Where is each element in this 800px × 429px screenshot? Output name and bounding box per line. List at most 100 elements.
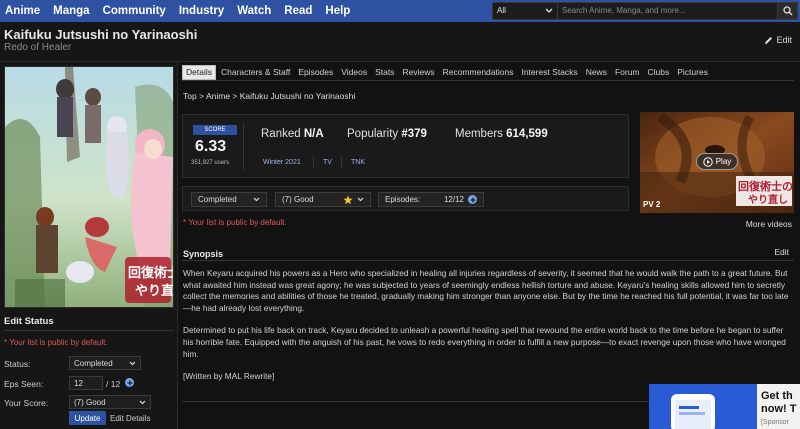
breadcrumb: Top > Anime > Kaifuku Jutsushi no Yarina… xyxy=(183,91,355,101)
list-score-select[interactable]: (7) Good xyxy=(275,192,371,207)
video-logo-line1: 回復術士の xyxy=(738,179,793,193)
more-videos-link[interactable]: More videos xyxy=(746,219,792,229)
public-list-note: * Your list is public by default. xyxy=(183,218,287,227)
edit-details-link[interactable]: Edit Details xyxy=(110,414,150,423)
tab-episodes[interactable]: Episodes xyxy=(295,66,336,79)
plus-icon xyxy=(127,380,132,385)
divider xyxy=(243,123,244,171)
eps-seen-label: Eps Seen: xyxy=(4,379,44,389)
search-bar: All Search Anime, Manga, and more... xyxy=(492,1,798,20)
nav-watch[interactable]: Watch xyxy=(232,0,271,22)
popularity-value: #379 xyxy=(401,128,427,140)
video-title: PV 2 xyxy=(643,200,661,209)
divider xyxy=(182,260,794,261)
your-score-value: (7) Good xyxy=(74,397,106,407)
nav-anime[interactable]: Anime xyxy=(0,0,40,22)
breadcrumb-separator: > xyxy=(232,91,240,101)
tab-news[interactable]: News xyxy=(583,66,610,79)
divider xyxy=(182,80,794,81)
ranked-stat[interactable]: Ranked N/A xyxy=(261,128,324,140)
promo-video-thumbnail[interactable]: 回復術士の やり直し Play PV 2 xyxy=(640,112,794,213)
public-list-note: * Your list is public by default. xyxy=(4,338,108,347)
ad-headline-line: now! T xyxy=(761,403,797,415)
edit-title-label: Edit xyxy=(776,35,792,45)
list-status-select[interactable]: Completed xyxy=(191,192,267,207)
tab-pictures[interactable]: Pictures xyxy=(674,66,711,79)
your-score-label: Your Score: xyxy=(4,398,49,408)
ranked-label: Ranked xyxy=(261,128,301,140)
tab-details[interactable]: Details xyxy=(182,65,216,80)
members-stat[interactable]: Members 614,599 xyxy=(455,128,548,140)
status-select-value: Completed xyxy=(74,358,113,368)
search-filter-select[interactable]: All xyxy=(492,1,558,20)
popularity-stat[interactable]: Popularity #379 xyxy=(347,128,427,140)
popularity-label: Popularity xyxy=(347,128,399,140)
tab-videos[interactable]: Videos xyxy=(338,66,370,79)
tab-characters-staff[interactable]: Characters & Staff xyxy=(218,66,293,79)
breadcrumb-top[interactable]: Top xyxy=(183,91,197,101)
video-logo-line2: やり直し xyxy=(748,193,788,206)
chevron-down-icon xyxy=(253,197,260,202)
score-select-icons xyxy=(343,195,364,205)
increment-episode-button[interactable] xyxy=(468,195,477,204)
edit-status-heading: Edit Status xyxy=(4,316,54,327)
eps-seen-value: 12 xyxy=(74,378,83,388)
nav-manga[interactable]: Manga xyxy=(48,0,89,22)
search-button[interactable] xyxy=(778,1,798,20)
edit-title-link[interactable]: Edit xyxy=(764,35,792,45)
list-status-row: Completed (7) Good Episodes: 12/12 xyxy=(182,186,629,211)
poster-art: 回復術士の やり直し xyxy=(5,67,174,307)
tab-interest-stacks[interactable]: Interest Stacks xyxy=(518,66,580,79)
synopsis-text: When Keyaru acquired his powers as a Her… xyxy=(183,268,793,394)
tab-recommendations[interactable]: Recommendations xyxy=(440,66,517,79)
episodes-progress-field[interactable]: Episodes: 12/12 xyxy=(378,192,484,207)
play-button[interactable]: Play xyxy=(696,153,738,170)
increment-episode-button[interactable] xyxy=(125,378,134,387)
your-score-select[interactable]: (7) Good xyxy=(69,395,151,409)
episodes-progress: 12/12 xyxy=(444,195,477,204)
nav-community[interactable]: Community xyxy=(98,0,166,22)
synopsis-paragraph: When Keyaru acquired his powers as a Her… xyxy=(183,268,789,313)
star-icon xyxy=(343,195,353,204)
eps-seen-input[interactable]: 12 xyxy=(69,376,103,390)
anime-title: Kaifuku Jutsushi no Yarinaoshi xyxy=(4,27,198,42)
tab-clubs[interactable]: Clubs xyxy=(645,66,673,79)
chevron-down-icon xyxy=(129,361,136,365)
poster-image[interactable]: 回復術士の やり直し xyxy=(4,66,174,308)
breadcrumb-anime[interactable]: Anime xyxy=(206,91,230,101)
advertisement[interactable]: Get th now! T [Sponsor xyxy=(649,384,800,429)
season-link[interactable]: Winter 2021 xyxy=(263,159,301,166)
type-link[interactable]: TV xyxy=(323,159,332,166)
episodes-label: Episodes: xyxy=(385,195,421,204)
tab-reviews[interactable]: Reviews xyxy=(399,66,437,79)
nav-help[interactable]: Help xyxy=(320,0,350,22)
tab-bar: Details Characters & Staff Episodes Vide… xyxy=(182,65,713,80)
episodes-value: 12/12 xyxy=(443,195,464,204)
score-label-badge: SCORE xyxy=(193,125,237,135)
ranked-value: N/A xyxy=(303,128,324,140)
breadcrumb-current[interactable]: Kaifuku Jutsushi no Yarinaoshi xyxy=(240,91,355,101)
list-score-value: (7) Good xyxy=(282,195,314,204)
studio-link[interactable]: TNK xyxy=(351,159,365,166)
stats-box: SCORE 6.33 351,927 users Ranked N/A Popu… xyxy=(182,114,629,178)
status-select[interactable]: Completed xyxy=(69,356,141,370)
poster-logo-line2: やり直し xyxy=(135,283,174,299)
left-sidebar: 回復術士の やり直し Edit Status * Your list is pu… xyxy=(0,62,178,429)
tab-forum[interactable]: Forum xyxy=(612,66,643,79)
list-status-value: Completed xyxy=(198,195,237,204)
nav-read[interactable]: Read xyxy=(279,0,312,22)
divider xyxy=(313,157,314,167)
top-navigation-bar: Anime Manga Community Industry Watch Rea… xyxy=(0,0,800,22)
tab-stats[interactable]: Stats xyxy=(372,66,397,79)
ad-headline-line: Get th xyxy=(761,390,793,402)
search-placeholder: Search Anime, Manga, and more... xyxy=(562,6,686,15)
search-input[interactable]: Search Anime, Manga, and more... xyxy=(558,1,778,20)
members-value: 614,599 xyxy=(506,128,548,140)
title-block: Kaifuku Jutsushi no Yarinaoshi Redo of H… xyxy=(0,22,800,62)
nav-industry[interactable]: Industry xyxy=(174,0,224,22)
update-button[interactable]: Update xyxy=(69,411,106,425)
synopsis-edit-link[interactable]: Edit xyxy=(774,247,789,257)
divider xyxy=(182,401,652,402)
divider xyxy=(341,157,342,167)
pencil-icon xyxy=(765,36,773,44)
